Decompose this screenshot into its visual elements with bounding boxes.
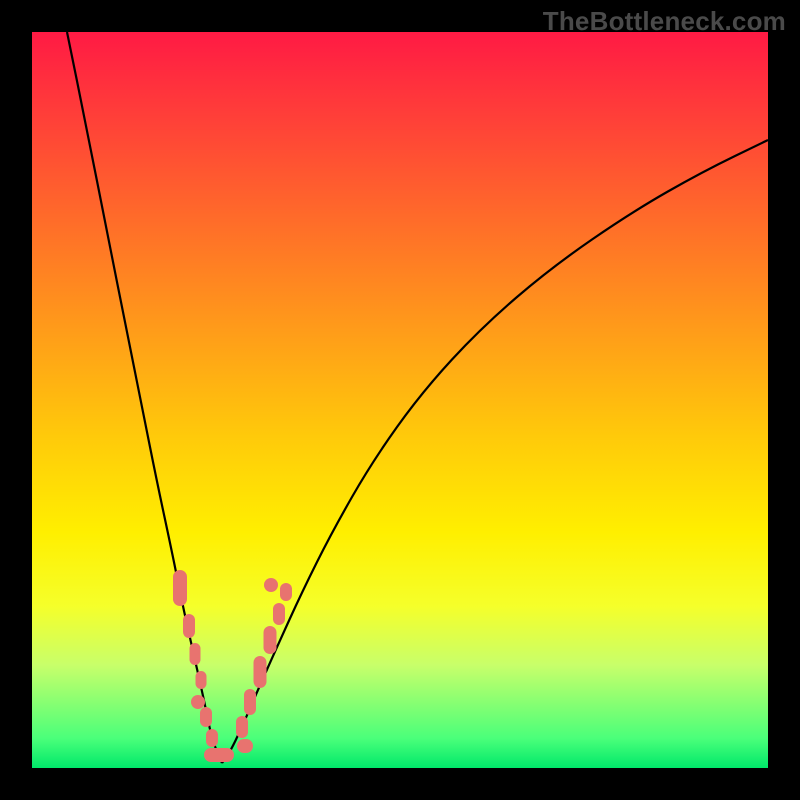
curve-right-branch xyxy=(222,140,768,763)
data-marker xyxy=(280,583,292,601)
chart-stage: TheBottleneck.com xyxy=(0,0,800,800)
data-marker xyxy=(264,578,278,592)
curve-layer xyxy=(32,32,768,768)
data-marker xyxy=(190,643,201,665)
data-marker xyxy=(264,626,277,654)
data-marker xyxy=(183,614,195,638)
data-marker xyxy=(273,603,285,625)
data-marker xyxy=(173,570,187,606)
data-marker xyxy=(244,689,256,715)
data-marker xyxy=(196,671,207,689)
plot-area xyxy=(32,32,768,768)
data-marker xyxy=(200,707,212,727)
data-marker xyxy=(204,748,234,762)
data-marker xyxy=(206,729,218,747)
markers-group xyxy=(173,570,292,762)
data-marker xyxy=(236,716,248,738)
data-marker xyxy=(254,656,267,688)
data-marker xyxy=(191,695,205,709)
data-marker xyxy=(237,739,253,753)
